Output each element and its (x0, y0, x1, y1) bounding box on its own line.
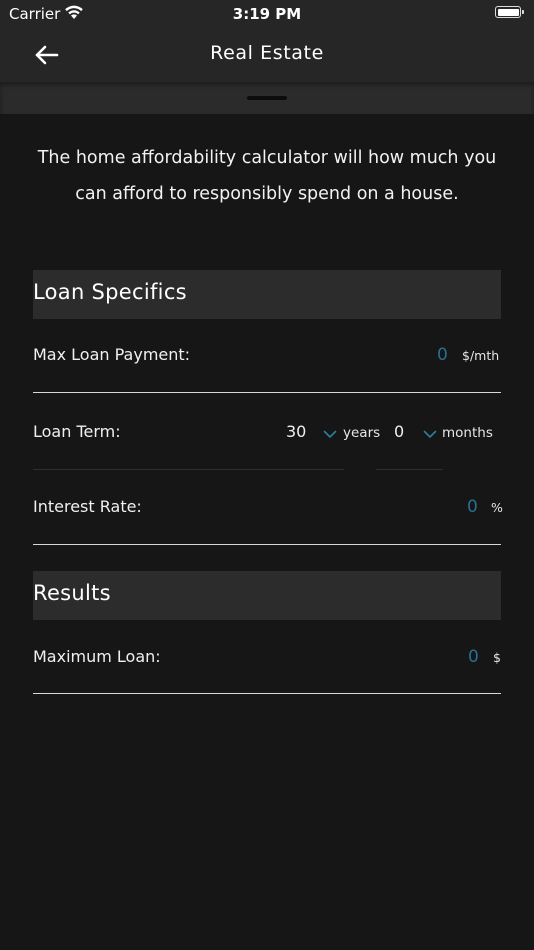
battery-icon (495, 6, 524, 18)
years-unit: years (343, 425, 381, 441)
loan-specifics-header: Loan Specifics (33, 270, 501, 319)
months-chevron-down-icon (423, 424, 437, 443)
max-payment-label: Max Loan Payment: (33, 345, 191, 364)
interest-rate-label: Interest Rate: (33, 497, 142, 516)
loan-term-label: Loan Term: (33, 422, 121, 441)
max-payment-input[interactable]: 0 (437, 345, 448, 365)
maximum-loan-value: 0 (468, 647, 479, 667)
status-bar: Carrier 3:19 PM (0, 0, 534, 28)
max-payment-unit: $/mth (462, 348, 500, 363)
months-unit: months (442, 425, 493, 441)
intro-text: The home affordability calculator will h… (37, 148, 497, 204)
sheet-grabber[interactable] (247, 96, 287, 100)
navigation-bar: Real Estate (0, 28, 534, 82)
years-value: 30 (286, 422, 307, 441)
sheet-handle-area (0, 82, 534, 114)
maximum-loan-unit: $ (493, 650, 501, 665)
section-title: Results (33, 581, 111, 605)
years-chevron-down-icon (323, 424, 337, 443)
interest-rate-unit: % (491, 500, 503, 515)
results-header: Results (33, 571, 501, 620)
interest-rate-underline (33, 544, 501, 545)
years-underline (33, 469, 344, 470)
max-payment-underline (33, 392, 501, 393)
maximum-loan-underline (33, 693, 501, 694)
months-value: 0 (394, 422, 405, 441)
maximum-loan-label: Maximum Loan: (33, 647, 161, 666)
interest-rate-input[interactable]: 0 (467, 497, 478, 517)
page-title: Real Estate (210, 42, 324, 64)
status-time: 3:19 PM (232, 5, 302, 23)
months-underline (376, 469, 443, 470)
section-title: Loan Specifics (33, 280, 187, 304)
